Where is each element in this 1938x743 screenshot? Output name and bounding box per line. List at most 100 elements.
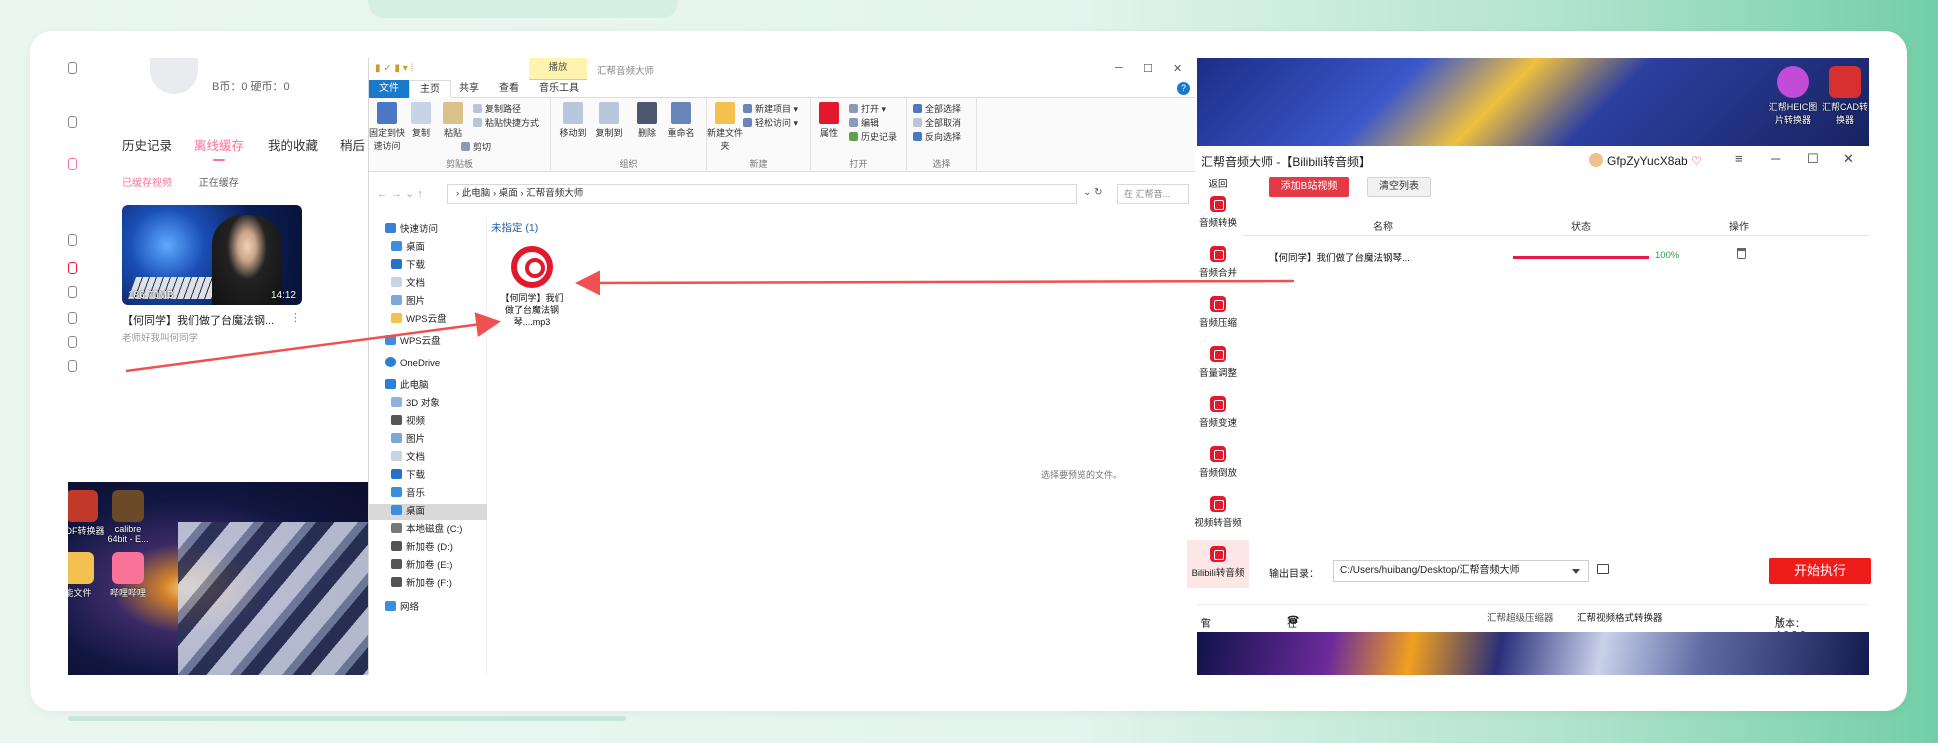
address-bar[interactable]: › 此电脑 › 桌面 › 汇帮音频大师 <box>447 184 1077 204</box>
tab-home[interactable]: 主页 <box>409 80 451 98</box>
username[interactable]: GfpZyYucX8ab ♡ <box>1589 153 1702 168</box>
rail-icon[interactable] <box>68 116 77 128</box>
tab-file[interactable]: 文件 <box>369 80 409 98</box>
nav-downloads[interactable]: 下载 <box>369 258 487 274</box>
close-icon[interactable]: ✕ <box>1843 151 1854 167</box>
nav-documents-pc[interactable]: 文档 <box>369 450 487 466</box>
nav-wps-cloud[interactable]: WPS云盘 <box>369 334 487 350</box>
delete-button[interactable]: 删除 <box>629 102 665 139</box>
new-folder-button[interactable]: 新建文件夹 <box>707 102 743 152</box>
sidebar-bilibili-to-audio[interactable]: Bilibili转音频 <box>1187 540 1249 588</box>
rail-icon[interactable] <box>68 62 77 74</box>
rail-icon[interactable] <box>68 360 77 372</box>
sidebar-audio-speed[interactable]: 音频变速 <box>1187 396 1249 429</box>
nav-drive-e[interactable]: 新加卷 (E:) <box>369 558 487 574</box>
rail-icon[interactable] <box>68 234 77 246</box>
copy-path-button[interactable]: 复制路径 <box>473 102 521 115</box>
desktop-icon-pdf[interactable]: PDF转换器 <box>68 490 106 537</box>
rail-icon[interactable] <box>68 336 77 348</box>
nav-videos[interactable]: 视频 <box>369 414 487 430</box>
sidebar-video-to-audio[interactable]: 视频转音频 <box>1187 496 1249 529</box>
nav-wps-pinned[interactable]: WPS云盘 <box>369 312 487 328</box>
help-icon[interactable]: ? <box>1177 82 1190 95</box>
menu-icon[interactable]: ≡ <box>1735 151 1743 166</box>
paste-button[interactable]: 粘贴 <box>435 102 471 139</box>
refresh-icon[interactable]: ⌄ ↻ <box>1083 187 1103 198</box>
nav-desktop[interactable]: 桌面 <box>369 240 487 256</box>
minimize-icon[interactable]: ─ <box>1115 62 1123 74</box>
nav-network[interactable]: 网络 <box>369 600 487 616</box>
mp3-file-item[interactable]: 【何同学】我们做了台魔法钢琴....mp3 <box>497 246 567 328</box>
video-uploader[interactable]: 老师好我叫何同学 <box>122 330 198 344</box>
rail-icon[interactable] <box>68 286 77 298</box>
maximize-icon[interactable]: ☐ <box>1143 62 1153 75</box>
add-bilibili-video-button[interactable]: 添加B站视频 <box>1269 177 1349 197</box>
sidebar-audio-compress[interactable]: 音频压缩 <box>1187 296 1249 329</box>
rail-icon[interactable] <box>68 158 77 170</box>
tab-offline-cache[interactable]: 离线缓存 <box>194 135 244 154</box>
sidebar-audio-reverse[interactable]: 音频倒放 <box>1187 446 1249 479</box>
folder-open-icon[interactable] <box>1597 564 1609 574</box>
subtab-caching[interactable]: 正在缓存 <box>199 178 239 189</box>
desktop-icon-heic[interactable]: 汇帮HEIC图片转换器 <box>1767 66 1819 126</box>
desktop-icon-files[interactable]: 能文件 <box>68 552 102 599</box>
rail-icon[interactable] <box>68 262 77 274</box>
nav-drive-d[interactable]: 新加卷 (D:) <box>369 540 487 556</box>
select-none-button[interactable]: 全部取消 <box>913 116 961 129</box>
desktop-icon-bilibili[interactable]: 哔哩哔哩 <box>104 552 152 599</box>
properties-button[interactable]: 属性 <box>811 102 847 139</box>
output-path-select[interactable]: C:/Users/huibang/Desktop/汇帮音频大师 <box>1333 560 1589 582</box>
rename-button[interactable]: 重命名 <box>663 102 699 139</box>
nav-downloads-pc[interactable]: 下载 <box>369 468 487 484</box>
desktop-icon-cad[interactable]: 汇帮CAD转换器 <box>1819 66 1871 126</box>
sidebar-volume-adjust[interactable]: 音量调整 <box>1187 346 1249 379</box>
tab-music-tools[interactable]: 音乐工具 <box>529 80 589 98</box>
edit-button[interactable]: 编辑 <box>849 116 879 129</box>
move-to-button[interactable]: 移动到 <box>555 102 591 139</box>
more-icon[interactable]: ⋮ <box>290 311 301 324</box>
file-group-header[interactable]: 未指定 (1) <box>491 220 538 235</box>
super-compressor-link[interactable]: 汇帮超级压缩器 <box>1487 610 1554 624</box>
select-all-button[interactable]: 全部选择 <box>913 102 961 115</box>
nav-pictures[interactable]: 图片 <box>369 294 487 310</box>
tab-history[interactable]: 历史记录 <box>122 135 172 154</box>
open-button[interactable]: 打开 ▾ <box>849 102 886 115</box>
tab-watch-later[interactable]: 稍后 <box>340 135 365 154</box>
start-button[interactable]: 开始执行 <box>1769 558 1871 584</box>
search-input[interactable]: 在 汇帮音... <box>1117 184 1189 204</box>
sidebar-audio-convert[interactable]: 音频转换 <box>1187 196 1249 229</box>
invert-selection-button[interactable]: 反向选择 <box>913 130 961 143</box>
back-forward-icons[interactable]: ← → ⌄ ↑ <box>377 187 423 200</box>
close-icon[interactable]: ✕ <box>1173 62 1182 75</box>
table-row[interactable]: 【何同学】我们做了台魔法钢琴... 100% <box>1243 244 1869 270</box>
avatar[interactable] <box>150 58 198 94</box>
subtab-cached[interactable]: 已缓存视频 <box>122 178 172 189</box>
tab-favorites[interactable]: 我的收藏 <box>268 135 318 154</box>
nav-pictures-pc[interactable]: 图片 <box>369 432 487 448</box>
new-item-button[interactable]: 新建项目 ▾ <box>743 102 798 115</box>
nav-documents[interactable]: 文档 <box>369 276 487 292</box>
quick-access-toolbar-icons[interactable]: ▮ ✓ ▮ ▾ ⁞ <box>375 63 413 74</box>
tab-view[interactable]: 查看 <box>489 80 529 98</box>
trash-icon[interactable] <box>1737 248 1746 259</box>
video-converter-link[interactable]: 汇帮视频格式转换器 <box>1577 610 1663 624</box>
sidebar-back[interactable]: 返回 <box>1187 176 1249 190</box>
nav-3d-objects[interactable]: 3D 对象 <box>369 396 487 412</box>
cut-button[interactable]: 剪切 <box>461 140 491 153</box>
minimize-icon[interactable]: ─ <box>1771 151 1780 166</box>
rail-icon[interactable] <box>68 312 77 324</box>
nav-this-pc[interactable]: 此电脑 <box>369 378 487 394</box>
easy-access-button[interactable]: 轻松访问 ▾ <box>743 116 798 129</box>
nav-drive-c[interactable]: 本地磁盘 (C:) <box>369 522 487 538</box>
nav-drive-f[interactable]: 新加卷 (F:) <box>369 576 487 592</box>
nav-desktop-pc[interactable]: 桌面 <box>369 504 487 520</box>
nav-quick-access[interactable]: 快速访问 <box>369 222 487 238</box>
pin-quick-access-button[interactable]: 固定到快速访问 <box>369 102 405 152</box>
maximize-icon[interactable]: ☐ <box>1807 151 1819 167</box>
nav-onedrive[interactable]: OneDrive <box>369 356 487 372</box>
clear-list-button[interactable]: 清空列表 <box>1367 177 1431 197</box>
copy-button[interactable]: 复制 <box>403 102 439 139</box>
video-thumbnail[interactable]: 186.70MB 14:12 <box>122 205 302 305</box>
paste-shortcut-button[interactable]: 粘贴快捷方式 <box>473 116 539 129</box>
tab-share[interactable]: 共享 <box>449 80 489 98</box>
